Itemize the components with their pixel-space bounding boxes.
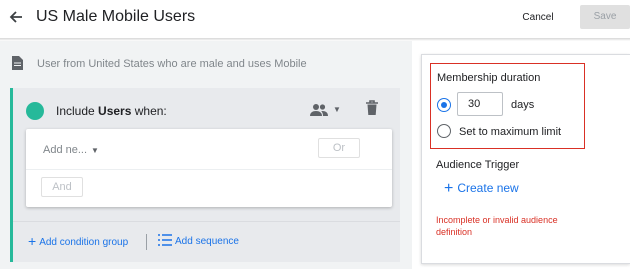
add-new-dropdown[interactable]: Add ne... ▼: [43, 143, 99, 158]
group-divider: [13, 221, 400, 222]
membership-duration-label: Membership duration: [437, 72, 541, 84]
document-icon: [12, 56, 23, 70]
or-button[interactable]: Or: [318, 138, 360, 158]
scope-label: Users: [98, 104, 132, 118]
sequence-icon: [158, 234, 172, 246]
duration-unit: days: [511, 99, 535, 111]
max-limit-radio[interactable]: [437, 124, 451, 138]
add-sequence-button[interactable]: Add sequence: [158, 234, 239, 249]
duration-input[interactable]: [457, 92, 503, 116]
trash-icon[interactable]: [365, 100, 379, 116]
create-new-trigger-button[interactable]: + Create new: [444, 180, 519, 197]
card-divider: [26, 169, 392, 170]
people-icon[interactable]: [310, 103, 328, 117]
condition-card: Add ne... ▼ Or And: [26, 129, 392, 207]
plus-icon: +: [28, 233, 37, 249]
audience-trigger-label: Audience Trigger: [436, 159, 520, 171]
condition-group: Include Users when: ▼ Add ne... ▼ Or And …: [10, 88, 400, 262]
duration-radio[interactable]: [437, 98, 451, 112]
group-status-dot: [26, 102, 44, 120]
include-label: Include Users when:: [56, 104, 167, 118]
chevron-down-icon[interactable]: ▼: [333, 103, 341, 117]
page-title: US Male Mobile Users: [36, 8, 196, 25]
audience-description[interactable]: User from United States who are male and…: [37, 57, 307, 71]
error-message: Incomplete or invalid audience definitio…: [436, 215, 558, 237]
cancel-button[interactable]: Cancel: [514, 6, 562, 30]
membership-duration-section: Membership duration days Set to maximum …: [430, 63, 585, 149]
header-bar: US Male Mobile Users Cancel Save: [0, 0, 630, 38]
add-condition-group-button[interactable]: + Add condition group: [28, 234, 128, 250]
action-separator: [146, 234, 147, 250]
and-button[interactable]: And: [41, 177, 83, 197]
back-arrow-icon[interactable]: [8, 8, 24, 26]
settings-panel: Membership duration days Set to maximum …: [421, 54, 630, 264]
max-limit-label[interactable]: Set to maximum limit: [459, 125, 561, 139]
plus-icon: +: [444, 180, 454, 197]
chevron-down-icon: ▼: [91, 146, 99, 155]
save-button[interactable]: Save: [580, 5, 630, 29]
audience-builder: User from United States who are male and…: [0, 41, 412, 269]
